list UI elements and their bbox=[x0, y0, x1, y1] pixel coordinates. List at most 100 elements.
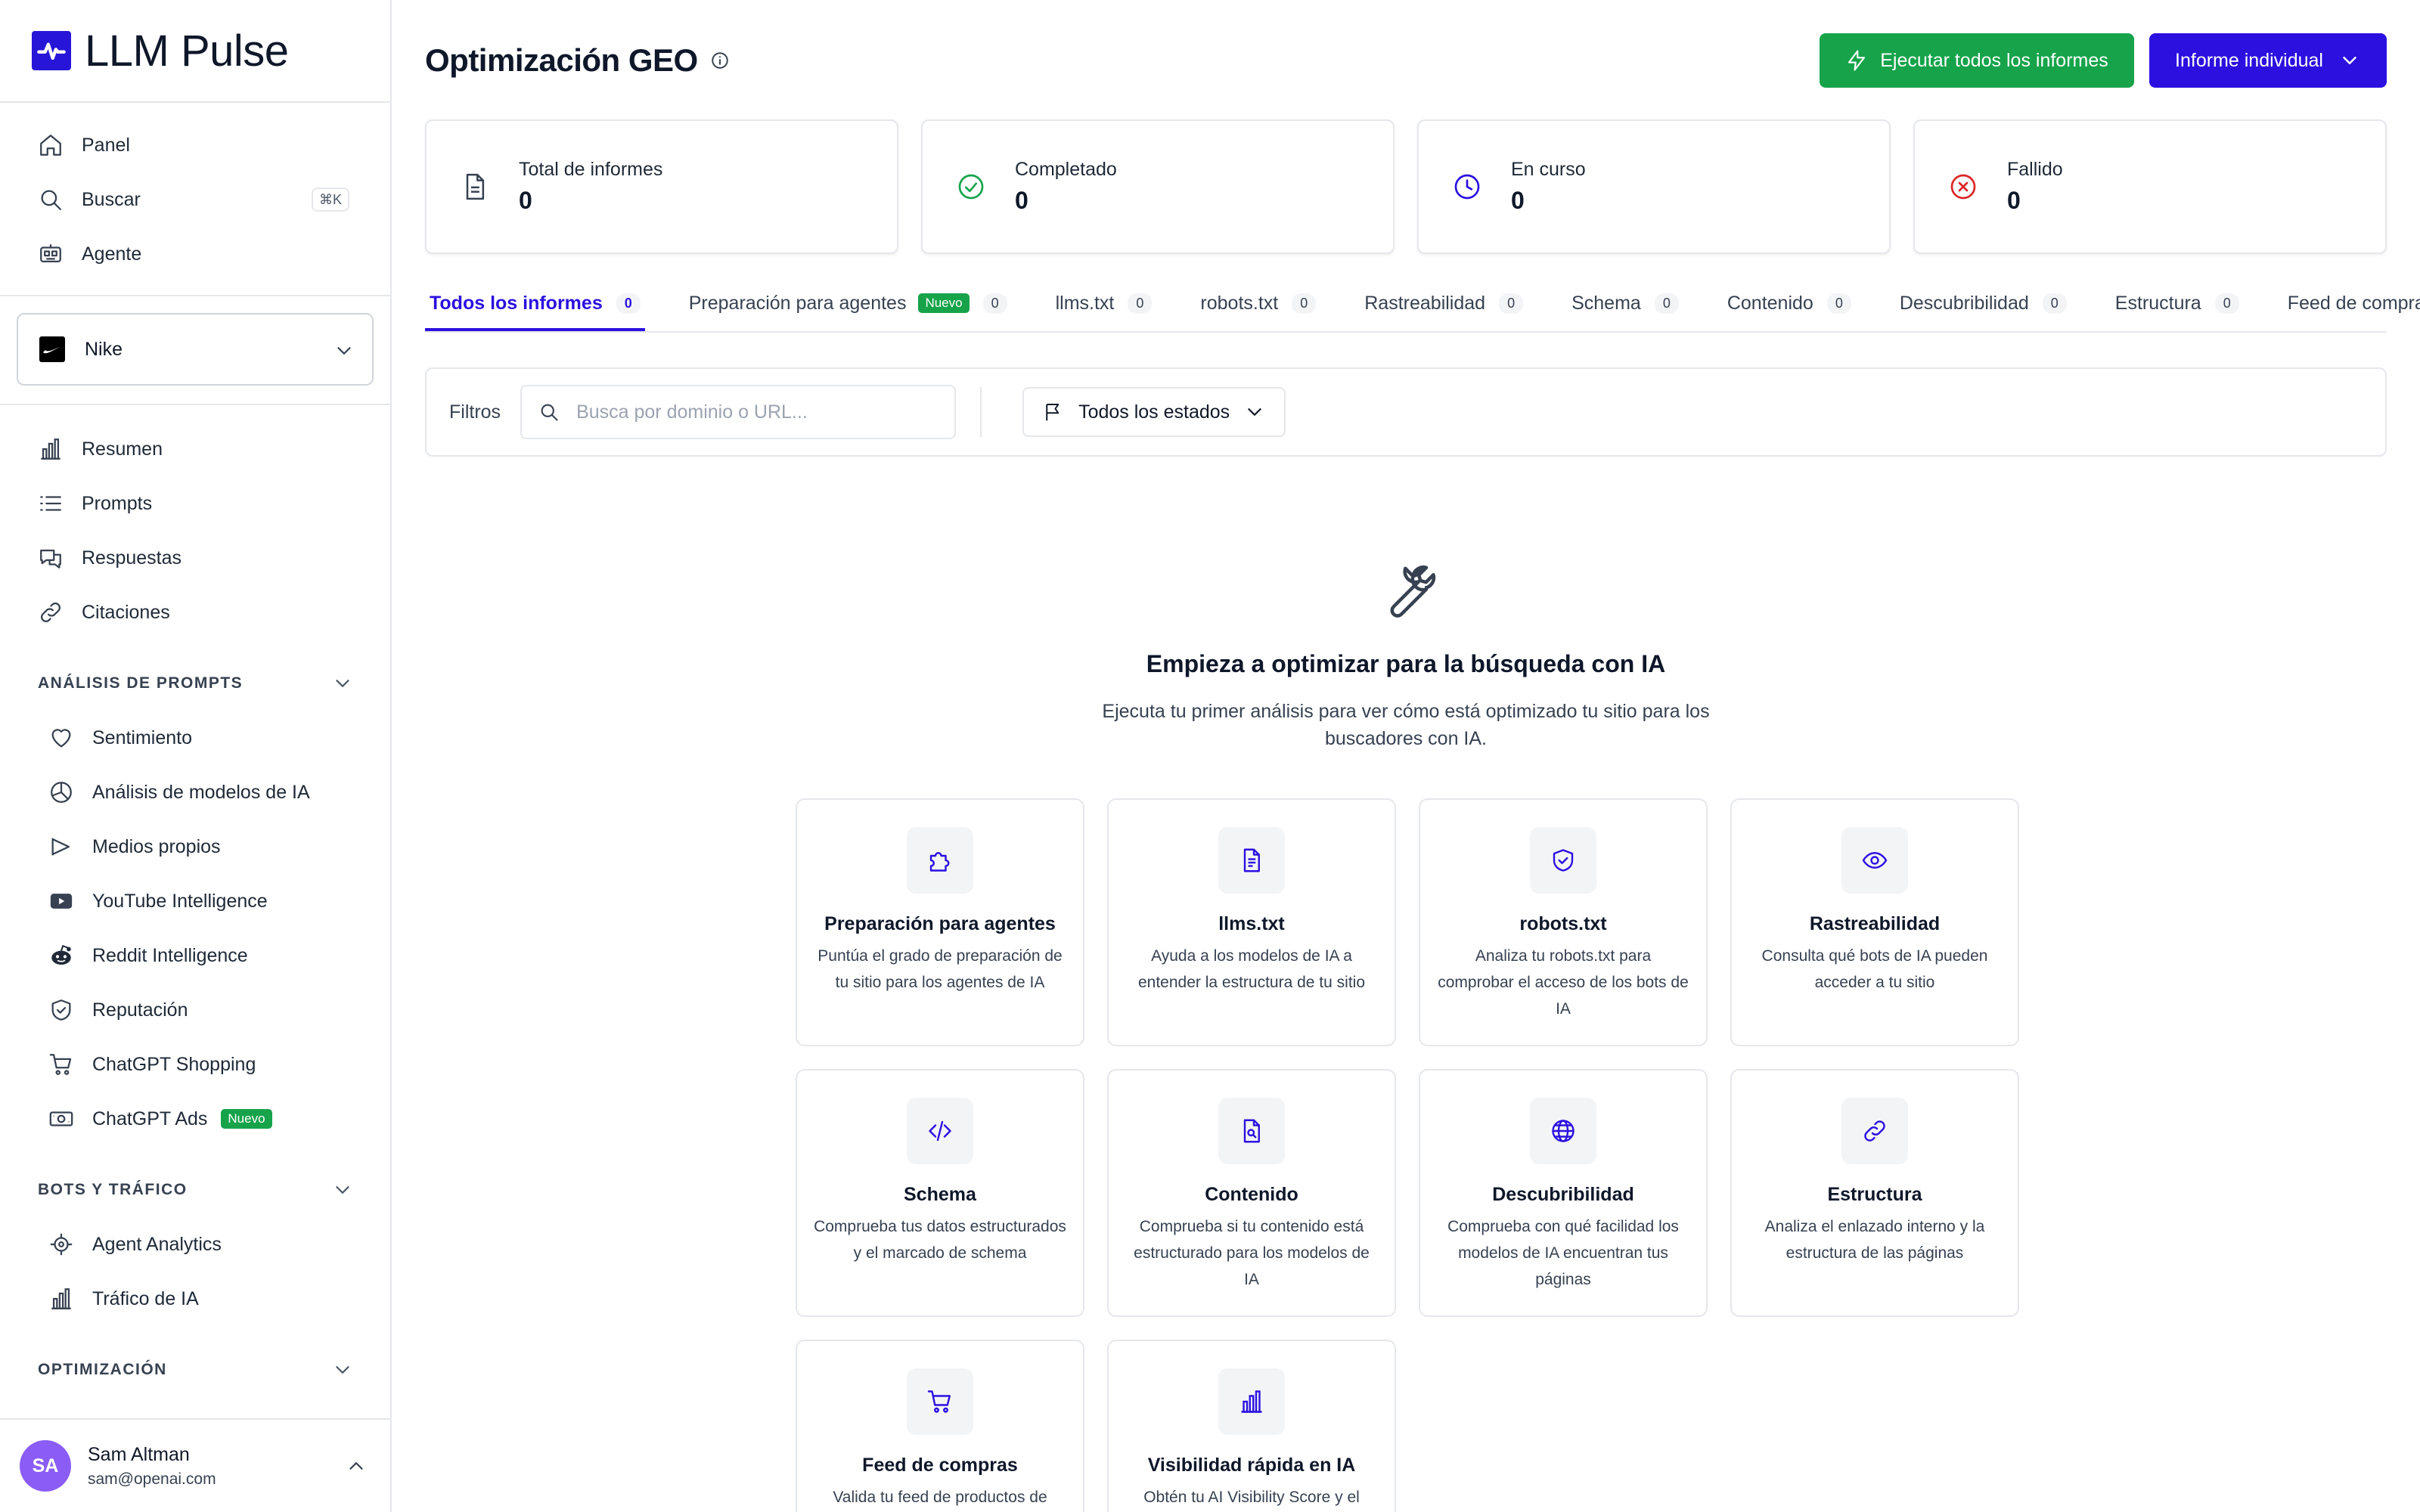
nav-item-label: Buscar bbox=[82, 188, 141, 210]
nav-item-respuestas[interactable]: Respuestas bbox=[0, 531, 390, 585]
empty-state-description: Ejecuta tu primer análisis para ver cómo… bbox=[1102, 701, 1710, 749]
user-name: Sam Altman bbox=[88, 1443, 190, 1465]
card-icon-box bbox=[1530, 1098, 1596, 1164]
card-description: Analiza el enlazado interno y la estruct… bbox=[1764, 1218, 1985, 1262]
search-input[interactable] bbox=[576, 401, 940, 423]
individual-report-button[interactable]: Informe individual bbox=[2149, 33, 2387, 88]
card-icon-box bbox=[1218, 827, 1285, 894]
nav-item-citaciones[interactable]: Citaciones bbox=[0, 585, 390, 640]
app-name: LLM Pulse bbox=[85, 26, 289, 76]
bots-traffic-list: Agent Analytics Tráfico de IA bbox=[0, 1217, 390, 1326]
run-all-reports-button[interactable]: Ejecutar todos los informes bbox=[1820, 33, 2134, 88]
nav-item-agent[interactable]: Agente bbox=[0, 227, 390, 281]
tab-count: 0 bbox=[2042, 293, 2067, 314]
card-icon-box bbox=[1841, 1098, 1908, 1164]
nav-item-panel[interactable]: Panel bbox=[0, 118, 390, 172]
section-title: OPTIMIZACIÓN bbox=[38, 1361, 167, 1378]
status-filter-value: Todos los estados bbox=[1078, 401, 1230, 423]
card-content[interactable]: Contenido Comprueba si tu contenido está… bbox=[1107, 1069, 1396, 1317]
page-header: Optimización GEO Ejecutar todos los info… bbox=[425, 30, 2387, 91]
nav-item-ai-traffic[interactable]: Tráfico de IA bbox=[0, 1272, 390, 1326]
card-schema[interactable]: Schema Comprueba tus datos estructurados… bbox=[796, 1069, 1084, 1317]
avatar: SA bbox=[20, 1440, 71, 1492]
tab-robots-txt[interactable]: robots.txt 0 bbox=[1196, 278, 1320, 328]
chevron-down-icon bbox=[336, 1366, 349, 1374]
card-agent-readiness[interactable]: Preparación para agentes Puntúa el grado… bbox=[796, 798, 1084, 1046]
nav-item-reddit[interactable]: Reddit Intelligence bbox=[0, 928, 390, 983]
nav-item-label: Tráfico de IA bbox=[92, 1287, 199, 1309]
section-prompt-analysis[interactable]: ANÁLISIS DE PROMPTS bbox=[0, 656, 390, 711]
tab-label: Todos los informes bbox=[430, 292, 603, 314]
nav-item-label: ChatGPT Shopping bbox=[92, 1053, 256, 1075]
status-filter-dropdown[interactable]: Todos los estados bbox=[1022, 387, 1286, 437]
tab-schema[interactable]: Schema 0 bbox=[1567, 278, 1683, 328]
chevron-up-icon bbox=[349, 1462, 363, 1470]
nav-item-label: Medios propios bbox=[92, 835, 221, 857]
youtube-icon bbox=[50, 894, 73, 909]
nav-item-label: Agent Analytics bbox=[92, 1233, 222, 1255]
card-description: Ayuda a los modelos de IA a entender la … bbox=[1137, 947, 1365, 991]
chevron-down-icon bbox=[337, 347, 351, 355]
stat-label: Completado bbox=[1015, 159, 1117, 180]
chevron-down-icon bbox=[336, 680, 349, 687]
card-structure[interactable]: Estructura Analiza el enlazado interno y… bbox=[1730, 1069, 2019, 1317]
tab-discoverability[interactable]: Descubribilidad 0 bbox=[1895, 278, 2071, 328]
card-icon-box bbox=[907, 1368, 973, 1435]
card-description: Consulta qué bots de IA pueden acceder a… bbox=[1761, 947, 1988, 991]
tab-content[interactable]: Contenido 0 bbox=[1723, 278, 1856, 328]
card-discoverability[interactable]: Descubribilidad Comprueba con qué facili… bbox=[1419, 1069, 1708, 1317]
app-logo[interactable]: LLM Pulse bbox=[0, 0, 390, 103]
brand-switcher[interactable]: Nike bbox=[17, 313, 374, 386]
card-llms-txt[interactable]: llms.txt Ayuda a los modelos de IA a ent… bbox=[1107, 798, 1396, 1046]
tab-shopping-feed[interactable]: Feed de compras0 bbox=[2283, 278, 2420, 328]
card-title: Feed de compras bbox=[862, 1455, 1018, 1476]
nav-item-search[interactable]: Buscar ⌘K bbox=[0, 172, 390, 227]
info-icon[interactable] bbox=[710, 51, 730, 70]
nav-item-label: Respuestas bbox=[82, 547, 182, 569]
money-icon bbox=[49, 1111, 73, 1126]
section-bots-traffic[interactable]: BOTS Y TRÁFICO bbox=[0, 1163, 390, 1217]
nav-item-resumen[interactable]: Resumen bbox=[0, 422, 390, 476]
tab-label: Descubribilidad bbox=[1899, 292, 2029, 314]
card-crawlability[interactable]: Rastreabilidad Consulta qué bots de IA p… bbox=[1730, 798, 2019, 1046]
user-menu[interactable]: SA Sam Altman sam@openai.com bbox=[0, 1418, 390, 1512]
tab-count: 0 bbox=[1499, 293, 1524, 314]
tab-agent-readiness[interactable]: Preparación para agentes Nuevo 0 bbox=[684, 278, 1012, 328]
nav-top: Panel Buscar ⌘K Agente bbox=[0, 103, 390, 296]
card-icon-box bbox=[1530, 827, 1596, 894]
card-shopping-feed[interactable]: Feed de compras Valida tu feed de produc… bbox=[796, 1340, 1084, 1512]
search-icon bbox=[541, 404, 558, 421]
card-quick-visibility[interactable]: Visibilidad rápida en IA Obtén tu AI Vis… bbox=[1107, 1340, 1396, 1512]
stat-label: En curso bbox=[1511, 159, 1586, 180]
card-robots-txt[interactable]: robots.txt Analiza tu robots.txt para co… bbox=[1419, 798, 1708, 1046]
brand-switcher-wrap: Nike bbox=[0, 296, 390, 405]
nav-item-owned-media[interactable]: Medios propios bbox=[0, 820, 390, 874]
user-email: sam@openai.com bbox=[88, 1470, 216, 1488]
tab-crawlability[interactable]: Rastreabilidad 0 bbox=[1360, 278, 1528, 328]
card-title: Estructura bbox=[1827, 1184, 1922, 1205]
card-title: llms.txt bbox=[1218, 913, 1285, 934]
card-description: Comprueba si tu contenido está estructur… bbox=[1134, 1218, 1370, 1288]
nav-item-reputacion[interactable]: Reputación bbox=[0, 983, 390, 1037]
tab-count: 0 bbox=[1292, 293, 1317, 314]
card-icon-box bbox=[907, 827, 973, 894]
section-optimization[interactable]: OPTIMIZACIÓN bbox=[0, 1343, 390, 1397]
nav-item-prompts[interactable]: Prompts bbox=[0, 476, 390, 531]
tab-all-reports[interactable]: Todos los informes 0 bbox=[425, 278, 645, 331]
card-title: Contenido bbox=[1205, 1184, 1298, 1205]
tab-structure[interactable]: Estructura 0 bbox=[2111, 278, 2244, 328]
nav-item-model-analysis[interactable]: Análisis de modelos de IA bbox=[0, 765, 390, 820]
card-description: Obtén tu AI Visibility Score y el bbox=[1143, 1489, 1360, 1506]
nav-item-sentimiento[interactable]: Sentimiento bbox=[0, 711, 390, 765]
nav-item-chatgpt-ads[interactable]: ChatGPT Ads Nuevo bbox=[0, 1092, 390, 1146]
nav-item-youtube[interactable]: YouTube Intelligence bbox=[0, 874, 390, 928]
nav-item-agent-analytics[interactable]: Agent Analytics bbox=[0, 1217, 390, 1272]
nav-item-chatgpt-shopping[interactable]: ChatGPT Shopping bbox=[0, 1037, 390, 1092]
filters-bar: Filtros Todos los estados bbox=[425, 367, 2387, 457]
brand-name: Nike bbox=[85, 338, 123, 360]
card-description: Comprueba tus datos estructurados y el m… bbox=[814, 1218, 1066, 1262]
card-description: Puntúa el grado de preparación de tu sit… bbox=[818, 947, 1063, 991]
card-description: Valida tu feed de productos de bbox=[833, 1489, 1047, 1506]
tab-llms-txt[interactable]: llms.txt 0 bbox=[1051, 278, 1157, 328]
nav-item-label: Citaciones bbox=[82, 601, 170, 623]
